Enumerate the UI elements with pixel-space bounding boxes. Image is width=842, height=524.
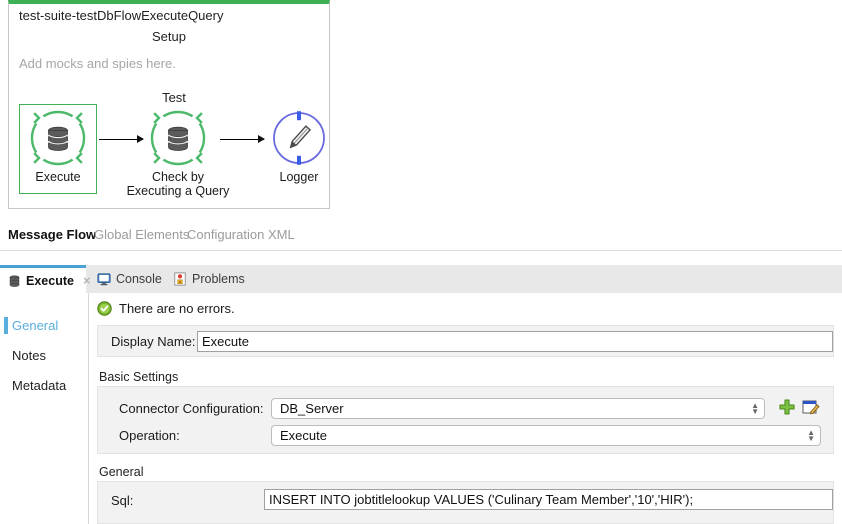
sidebar-item-general[interactable]: General (12, 318, 58, 333)
database-icon (148, 108, 208, 168)
test-suite-title: test-suite-testDbFlowExecuteQuery (19, 8, 224, 23)
flow-node-execute-label: Execute (35, 170, 81, 184)
green-plus-icon[interactable] (778, 398, 796, 416)
setup-section-label: Setup (152, 29, 186, 44)
sql-input[interactable]: INSERT INTO jobtitlelookup VALUES ('Culi… (264, 489, 833, 510)
validation-status: There are no errors. (97, 301, 235, 316)
operation-label: Operation: (119, 428, 180, 443)
properties-panel: General Notes Metadata There are no erro… (0, 293, 842, 524)
flow-node-logger[interactable]: Logger (260, 104, 338, 184)
validation-status-text: There are no errors. (119, 301, 235, 316)
display-name-label: Display Name: (111, 334, 196, 349)
view-tab-execute[interactable]: Execute × (0, 265, 91, 293)
flow-node-check-label-line2: Executing a Query (126, 184, 230, 198)
basic-settings-title: Basic Settings (99, 370, 179, 384)
display-name-input[interactable]: Execute (197, 331, 833, 352)
test-section-label: Test (162, 90, 186, 105)
sidebar-selection-marker (4, 317, 8, 334)
properties-content: There are no errors. Display Name: Execu… (89, 293, 842, 524)
tab-global-elements[interactable]: Global Elements (94, 227, 189, 242)
mocks-and-spies-hint: Add mocks and spies here. (19, 56, 176, 71)
editor-tab-bar: Message Flow Global Elements Configurati… (0, 222, 842, 251)
success-check-icon (97, 301, 112, 316)
flow-connector-2 (220, 135, 265, 143)
test-suite-container[interactable]: test-suite-testDbFlowExecuteQuery Setup … (8, 0, 330, 209)
sidebar-item-metadata[interactable]: Metadata (12, 378, 66, 393)
flow-node-check-label: Check by Executing a Query (118, 170, 238, 198)
sql-label: Sql: (111, 493, 134, 508)
operation-select[interactable]: Execute ▲ ▼ (271, 425, 821, 446)
pencil-icon (269, 108, 329, 168)
view-tab-problems-label: Problems (192, 272, 245, 286)
tab-message-flow[interactable]: Message Flow (8, 227, 96, 242)
connector-configuration-value: DB_Server (280, 401, 344, 416)
database-icon (8, 274, 21, 287)
connector-configuration-select[interactable]: DB_Server ▲ ▼ (271, 398, 765, 419)
problems-icon (173, 272, 187, 286)
view-tab-problems[interactable]: Problems (165, 265, 253, 293)
database-icon (28, 108, 88, 168)
chevron-updown-icon: ▲ ▼ (751, 400, 759, 416)
connector-configuration-label: Connector Configuration: (119, 401, 264, 416)
console-icon (97, 272, 111, 286)
edit-config-icon[interactable] (802, 398, 820, 416)
view-tab-console[interactable]: Console (89, 265, 170, 293)
flow-node-check-label-line1: Check by (151, 170, 205, 184)
view-tab-bar: Execute × Console Problems (0, 265, 842, 294)
chevron-updown-icon: ▲ ▼ (807, 427, 815, 443)
flow-node-check-by-executing-a-query[interactable]: Check by Executing a Query (127, 104, 229, 198)
operation-value: Execute (280, 428, 327, 443)
flow-canvas: test-suite-testDbFlowExecuteQuery Setup … (0, 0, 842, 222)
view-tab-console-label: Console (116, 272, 162, 286)
sidebar-item-notes[interactable]: Notes (12, 348, 46, 363)
view-tab-execute-label: Execute (26, 273, 74, 288)
flow-node-logger-label: Logger (279, 170, 319, 184)
tab-configuration-xml[interactable]: Configuration XML (187, 227, 295, 242)
flow-node-execute[interactable]: Execute (19, 104, 97, 184)
flow-connector-1 (99, 135, 144, 143)
properties-sidebar: General Notes Metadata (0, 293, 89, 524)
general-group-title: General (99, 465, 144, 479)
